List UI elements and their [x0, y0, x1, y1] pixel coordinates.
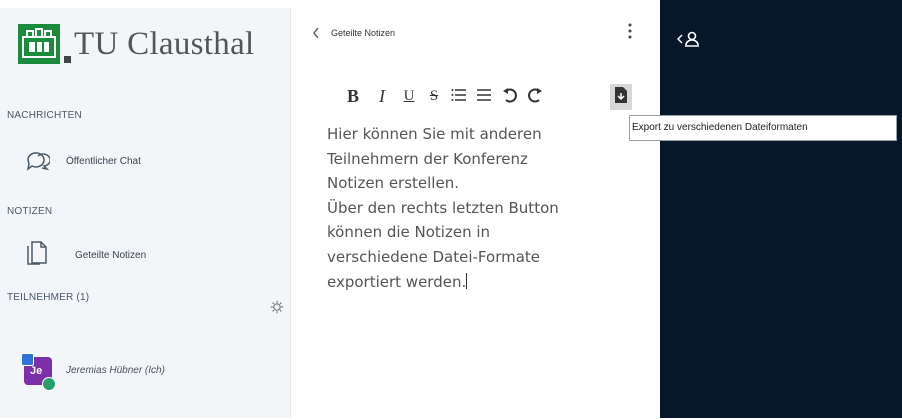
- underline-button[interactable]: U: [402, 88, 416, 110]
- document-icon: [26, 240, 48, 271]
- sidebar-item-public-chat[interactable]: Öffentlicher Chat: [0, 143, 290, 179]
- notes-title[interactable]: Geteilte Notizen: [331, 28, 395, 38]
- unordered-list-icon[interactable]: [476, 86, 492, 108]
- bold-button[interactable]: B: [346, 86, 360, 108]
- strikethrough-button[interactable]: S: [427, 88, 441, 110]
- export-tooltip: Export zu verschiedenen Dateiformaten: [629, 115, 897, 141]
- editor-toolbar: B I U S: [291, 86, 660, 112]
- notes-content-text: Hier können Sie mit anderen Teilnehmern …: [327, 125, 559, 291]
- ordered-list-icon[interactable]: [451, 86, 467, 108]
- notes-editor[interactable]: Hier können Sie mit anderen Teilnehmern …: [291, 120, 660, 420]
- logo-square-dot: [64, 56, 71, 63]
- sidebar: TU Clausthal NACHRICHTEN Öffentlicher Ch…: [0, 8, 291, 418]
- notes-content[interactable]: Hier können Sie mit anderen Teilnehmern …: [327, 122, 627, 294]
- italic-button[interactable]: I: [375, 86, 389, 108]
- top-caption-strip: [0, 0, 902, 8]
- dark-side-panel: [660, 8, 902, 418]
- top-dark-strip: [660, 0, 902, 8]
- undo-icon[interactable]: [502, 86, 518, 108]
- notes-header: Geteilte Notizen: [291, 8, 660, 68]
- shared-notes-panel: Geteilte Notizen B I U S Hier können Sie…: [291, 8, 660, 418]
- tu-clausthal-logo: TU Clausthal: [18, 18, 283, 78]
- chat-bubbles-icon: [24, 147, 51, 178]
- notes-section-title: NOTIZEN: [7, 206, 53, 217]
- text-caret: [466, 272, 468, 289]
- chevron-left-icon[interactable]: [312, 26, 320, 44]
- avatar[interactable]: Je: [21, 353, 56, 391]
- sidebar-item-label: Geteilte Notizen: [75, 250, 147, 261]
- messages-section-title: NACHRICHTEN: [7, 110, 82, 121]
- microphone-icon: [42, 377, 56, 391]
- participants-section-title: TEILNEHMER (1): [7, 292, 90, 303]
- avatar-initials: Je: [30, 365, 43, 377]
- sidebar-item-label: Öffentlicher Chat: [66, 156, 141, 167]
- gear-icon[interactable]: [270, 300, 284, 319]
- more-options-icon[interactable]: [627, 22, 633, 45]
- collapse-user-list-icon[interactable]: [677, 30, 703, 53]
- redo-icon[interactable]: [527, 86, 543, 108]
- sidebar-item-shared-notes[interactable]: Geteilte Notizen: [0, 236, 290, 272]
- export-file-icon[interactable]: [613, 86, 629, 108]
- participant-name[interactable]: Jeremias Hübner (Ich): [66, 365, 165, 376]
- logo-text: TU Clausthal: [74, 26, 255, 62]
- logo-emblem-icon: [18, 24, 60, 64]
